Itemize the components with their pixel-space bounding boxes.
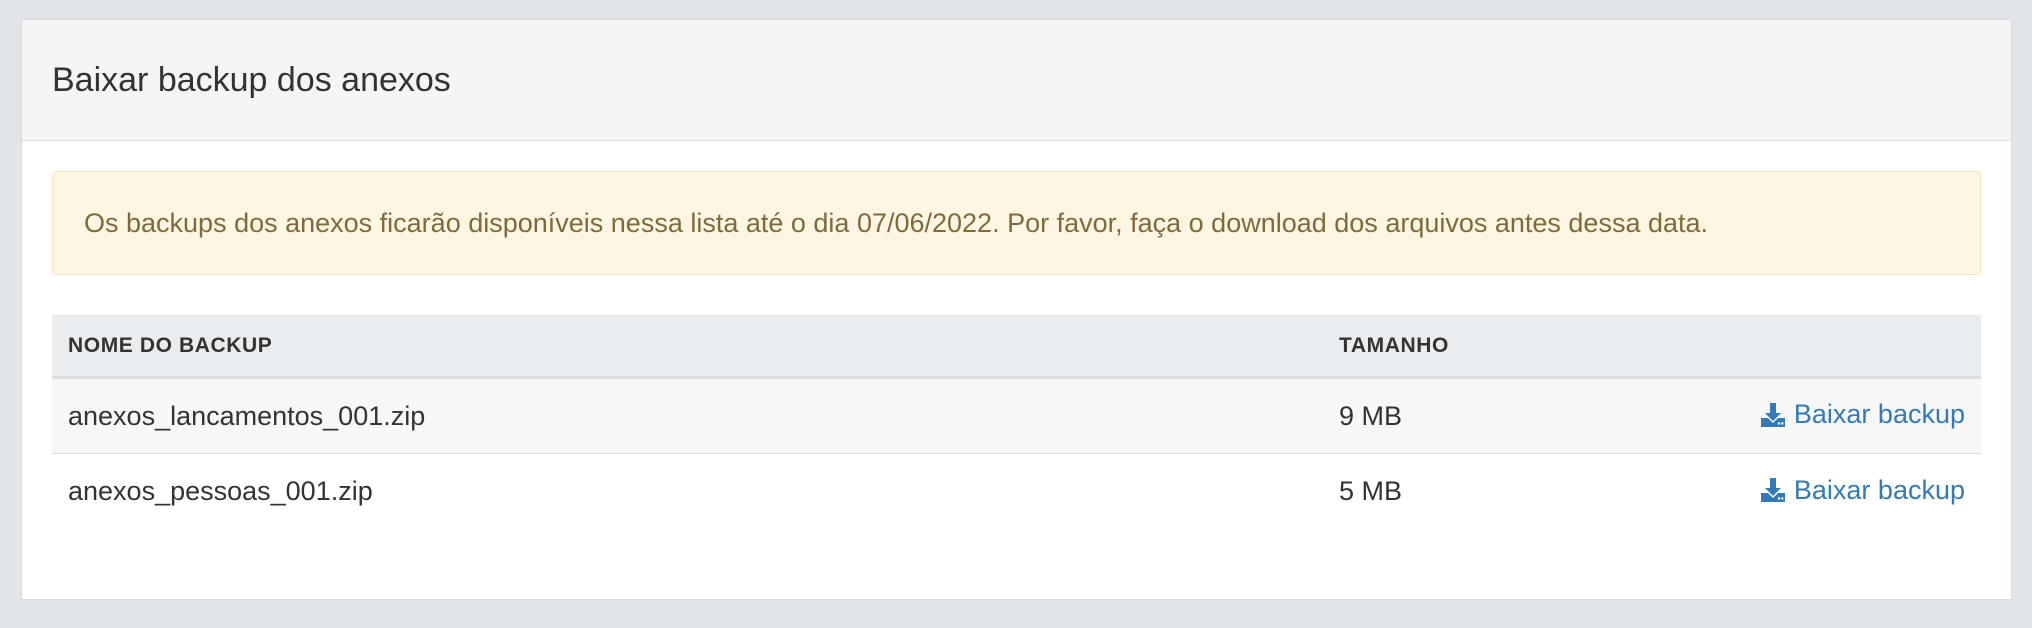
warning-alert: Os backups dos anexos ficarão disponívei… — [52, 171, 1981, 275]
table-row: anexos_lancamentos_001.zip 9 MB Baixar b… — [52, 379, 1981, 454]
column-header-name: NOME DO BACKUP — [68, 333, 273, 357]
column-header-size: TAMANHO — [1339, 333, 1449, 357]
download-backup-link[interactable]: Baixar backup — [1760, 475, 1965, 506]
panel-body: Os backups dos anexos ficarão disponívei… — [22, 141, 2011, 529]
download-icon — [1760, 477, 1786, 503]
download-link-label: Baixar backup — [1793, 474, 1965, 505]
table-row: anexos_pessoas_001.zip 5 MB Baixar backu… — [52, 454, 1981, 529]
backup-size: 9 MB — [1339, 400, 1403, 431]
alert-text: Os backups dos anexos ficarão disponívei… — [84, 207, 1709, 238]
table-header: NOME DO BACKUP TAMANHO — [52, 315, 1981, 379]
page-title: Baixar backup dos anexos — [52, 60, 451, 99]
backup-table: NOME DO BACKUP TAMANHO anexos_lancamento… — [52, 315, 1981, 529]
panel-header: Baixar backup dos anexos — [22, 20, 2011, 141]
download-link-label: Baixar backup — [1793, 399, 1965, 430]
download-backup-link[interactable]: Baixar backup — [1760, 399, 1965, 430]
backup-panel: Baixar backup dos anexos Os backups dos … — [21, 19, 2012, 600]
download-icon — [1760, 402, 1786, 428]
backup-name: anexos_lancamentos_001.zip — [68, 400, 426, 431]
backup-name: anexos_pessoas_001.zip — [68, 476, 373, 506]
backup-size: 5 MB — [1339, 476, 1403, 506]
